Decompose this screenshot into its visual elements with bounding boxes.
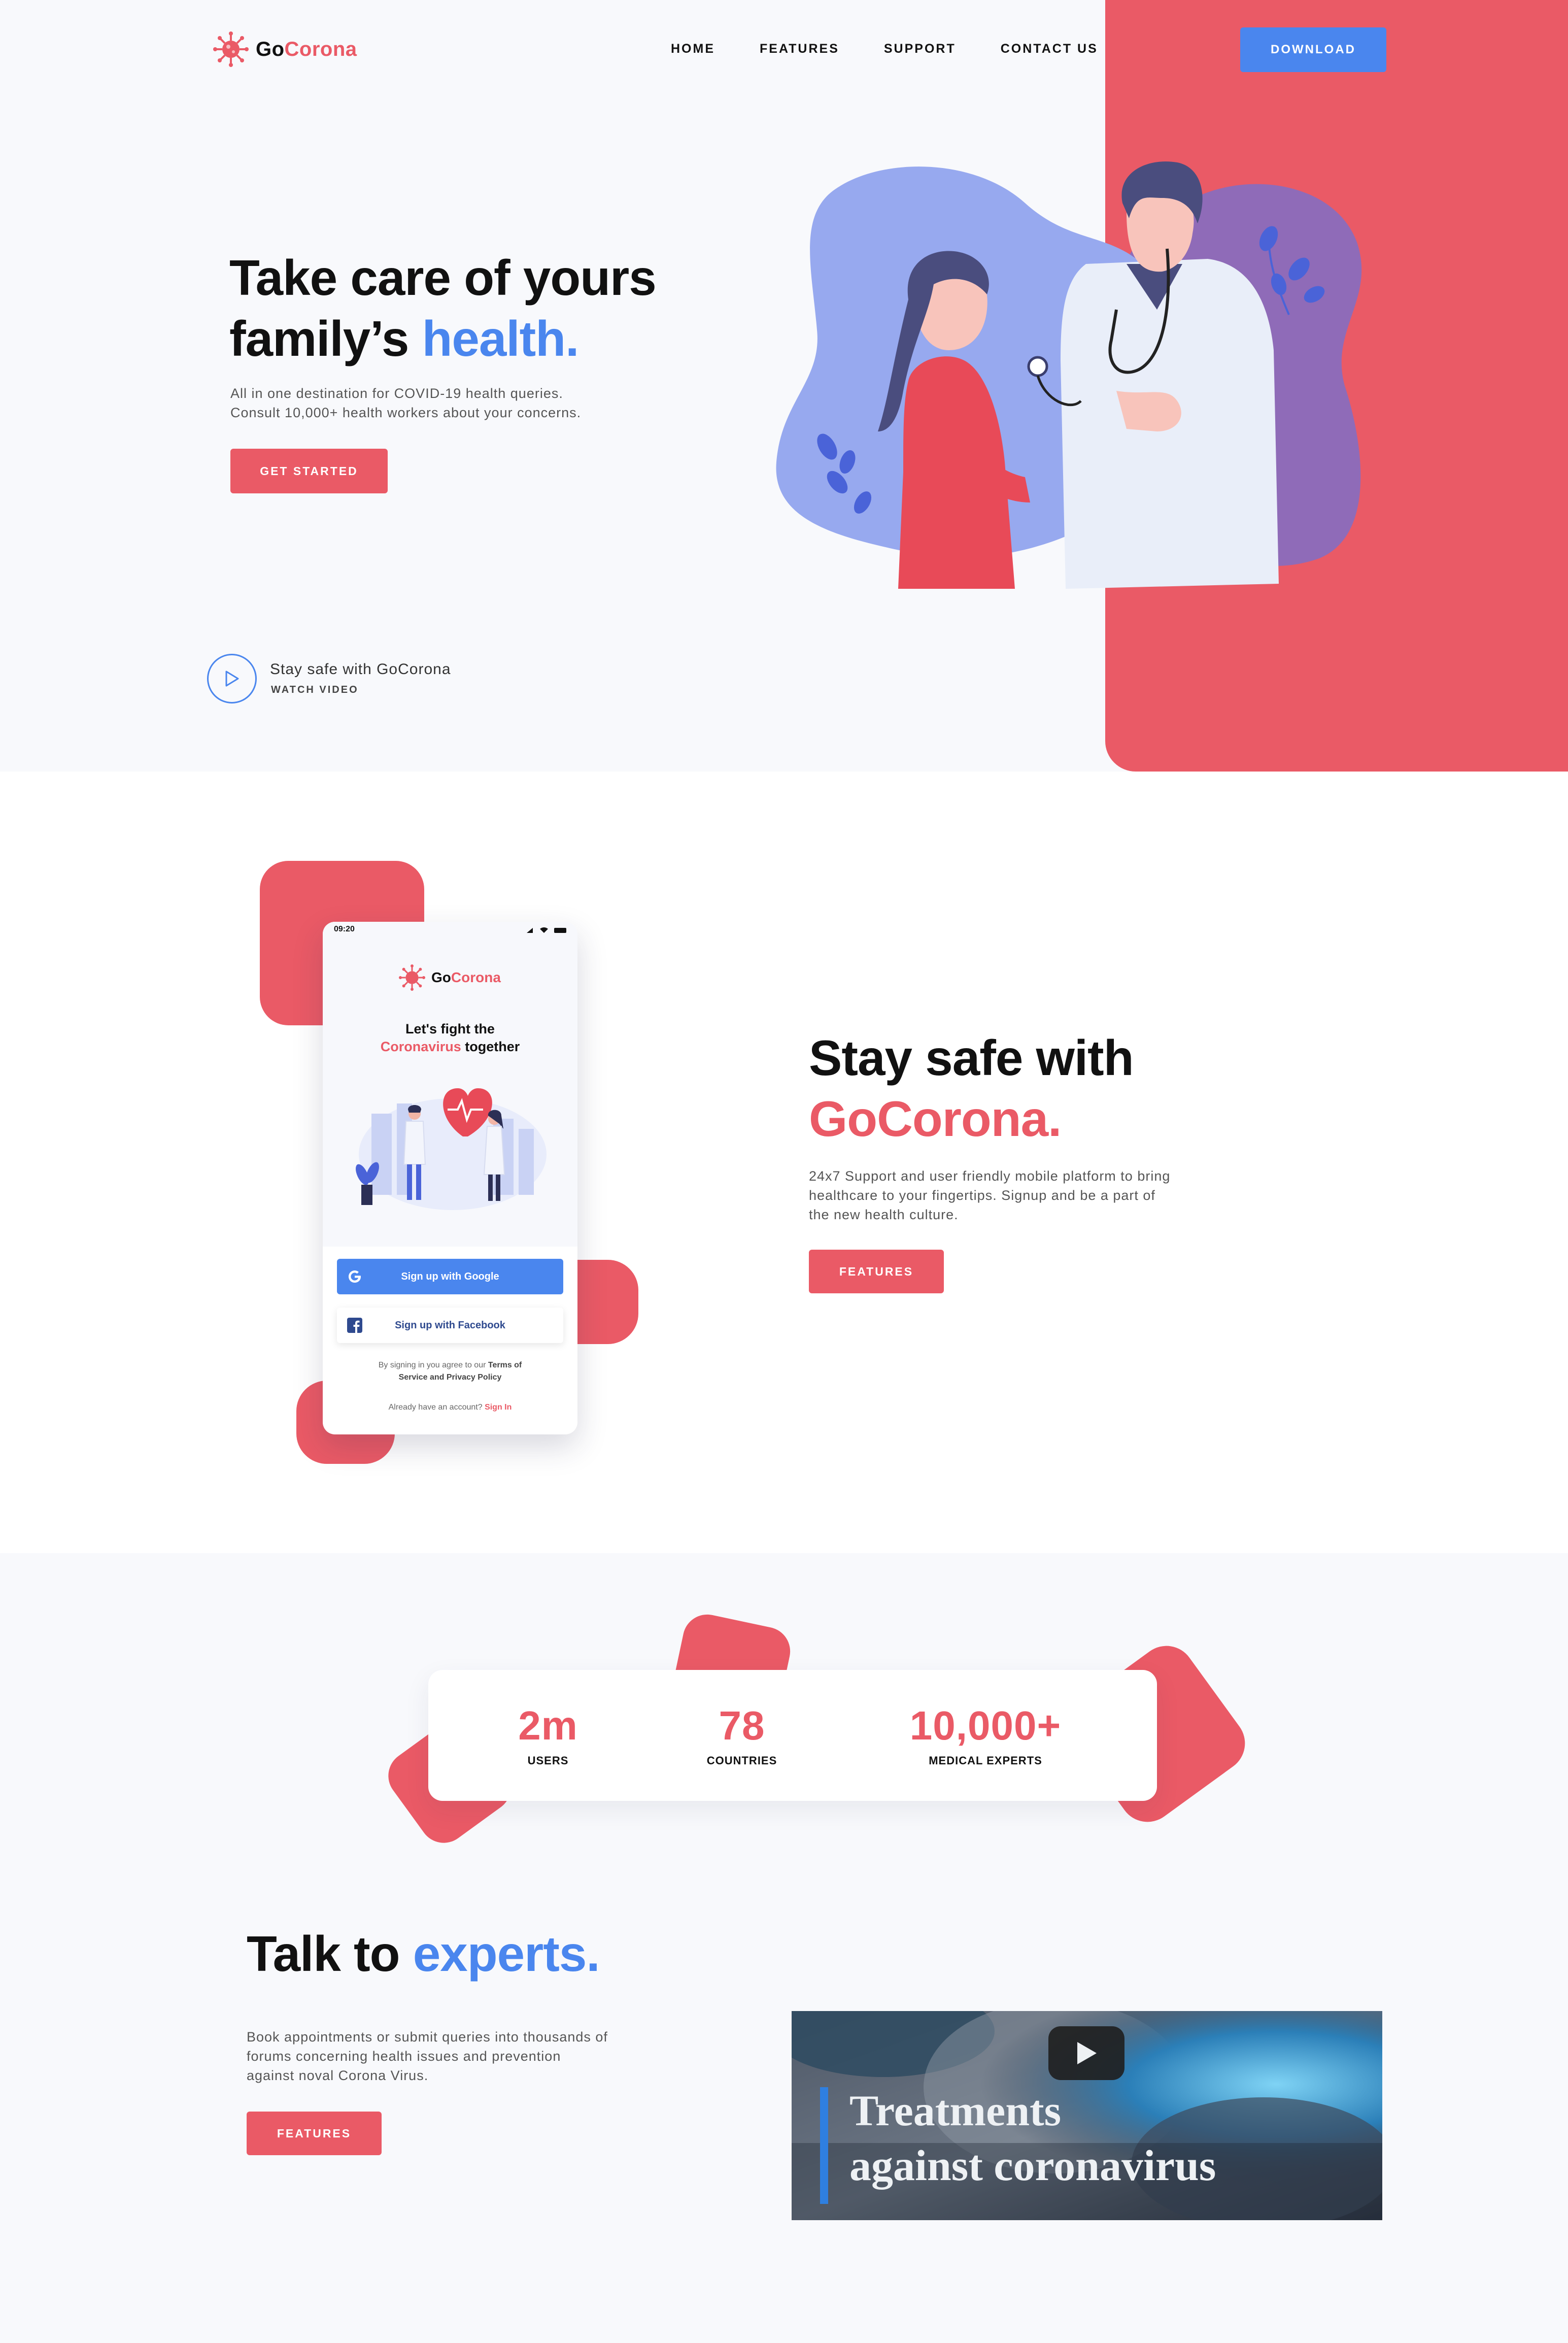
stats-card: 2m USERS 78 COUNTRIES 10,000+ MEDICAL EX… [428, 1670, 1157, 1801]
brand-logo[interactable]: GoCorona [213, 31, 357, 67]
watch-video-label[interactable]: WATCH VIDEO [271, 684, 359, 696]
download-button[interactable]: DOWNLOAD [1240, 27, 1386, 72]
google-signup-button[interactable]: Sign up with Google [337, 1259, 563, 1294]
hero-title-line1: Take care of yours [229, 250, 657, 306]
play-icon [225, 671, 239, 687]
doctors-heart-illustration [356, 1088, 547, 1210]
stay-safe-title: Stay safe with GoCorona. [809, 1030, 1134, 1147]
phone-brand-logo: GoCorona [399, 964, 501, 991]
doctor-patient-illustration [776, 161, 1362, 589]
phone-status-icons [526, 927, 567, 934]
privacy-link[interactable]: Service and Privacy Policy [399, 1373, 502, 1382]
sign-in-link[interactable]: Sign In [485, 1403, 512, 1412]
brand-name: GoCorona [256, 38, 357, 60]
stat-countries: 78 COUNTRIES [707, 1702, 777, 1767]
watch-video-button[interactable] [207, 654, 257, 704]
nav-contact-us[interactable]: CONTACT US [1001, 42, 1098, 56]
main-nav: HOME FEATURES SUPPORT CONTACT US [671, 42, 1098, 56]
video-caption: Treatments against coronavirus [849, 2086, 1216, 2190]
stay-safe-section: Stay safe with GoCorona. 24x7 Support an… [0, 772, 1568, 1553]
hero-title: Take care of yours family’s health. [229, 248, 657, 369]
hero-description: All in one destination for COVID-19 heal… [230, 386, 582, 420]
experts-features-button[interactable]: FEATURES [247, 2112, 382, 2155]
terms-link[interactable]: Terms of [488, 1361, 522, 1369]
stat-users: 2m USERS [518, 1702, 578, 1767]
stat-label: COUNTRIES [706, 1754, 777, 1767]
phone-mockup: 09:20 GoCorona Let's fight the Coronavir… [323, 922, 577, 1434]
phone-brand-name: GoCorona [431, 969, 501, 985]
get-started-button[interactable]: GET STARTED [230, 449, 388, 493]
google-signup-label: Sign up with Google [401, 1270, 499, 1282]
watch-video-title[interactable]: Stay safe with GoCorona [270, 661, 451, 678]
stat-medical-experts: 10,000+ MEDICAL EXPERTS [910, 1702, 1061, 1767]
experts-description: Book appointments or submit queries into… [247, 2029, 608, 2083]
facebook-signup-label: Sign up with Facebook [395, 1319, 505, 1331]
facebook-signup-button[interactable]: Sign up with Facebook [337, 1308, 563, 1343]
stat-label: MEDICAL EXPERTS [929, 1754, 1042, 1767]
youtube-play-icon[interactable] [1048, 2026, 1124, 2080]
video-player[interactable]: Treatments against coronavirus [792, 2011, 1382, 2220]
experts-title: Talk to experts. [247, 1926, 600, 1982]
virus-logo-icon [213, 31, 249, 67]
nav-support[interactable]: SUPPORT [884, 42, 956, 56]
features-button[interactable]: FEATURES [809, 1250, 944, 1293]
phone-terms: By signing in you agree to our Terms of … [378, 1361, 522, 1382]
phone-time: 09:20 [334, 925, 355, 933]
hero-section: GoCorona HOME FEATURES SUPPORT CONTACT U… [0, 0, 1568, 772]
phone-account-line: Already have an account? Sign In [388, 1403, 512, 1412]
stat-value: 2m [518, 1703, 578, 1748]
stat-value: 78 [719, 1703, 765, 1748]
nav-home[interactable]: HOME [671, 42, 715, 56]
stat-label: USERS [527, 1754, 569, 1767]
stat-value: 10,000+ [909, 1703, 1062, 1748]
nav-features[interactable]: FEATURES [760, 42, 839, 56]
phone-headline: Let's fight the Coronavirus together [380, 1021, 520, 1054]
google-icon [337, 1268, 372, 1285]
stay-safe-description: 24x7 Support and user friendly mobile pl… [809, 1168, 1171, 1222]
hero-title-line2: family’s health. [229, 310, 579, 366]
virus-logo-icon [399, 964, 425, 991]
facebook-icon [337, 1318, 372, 1333]
